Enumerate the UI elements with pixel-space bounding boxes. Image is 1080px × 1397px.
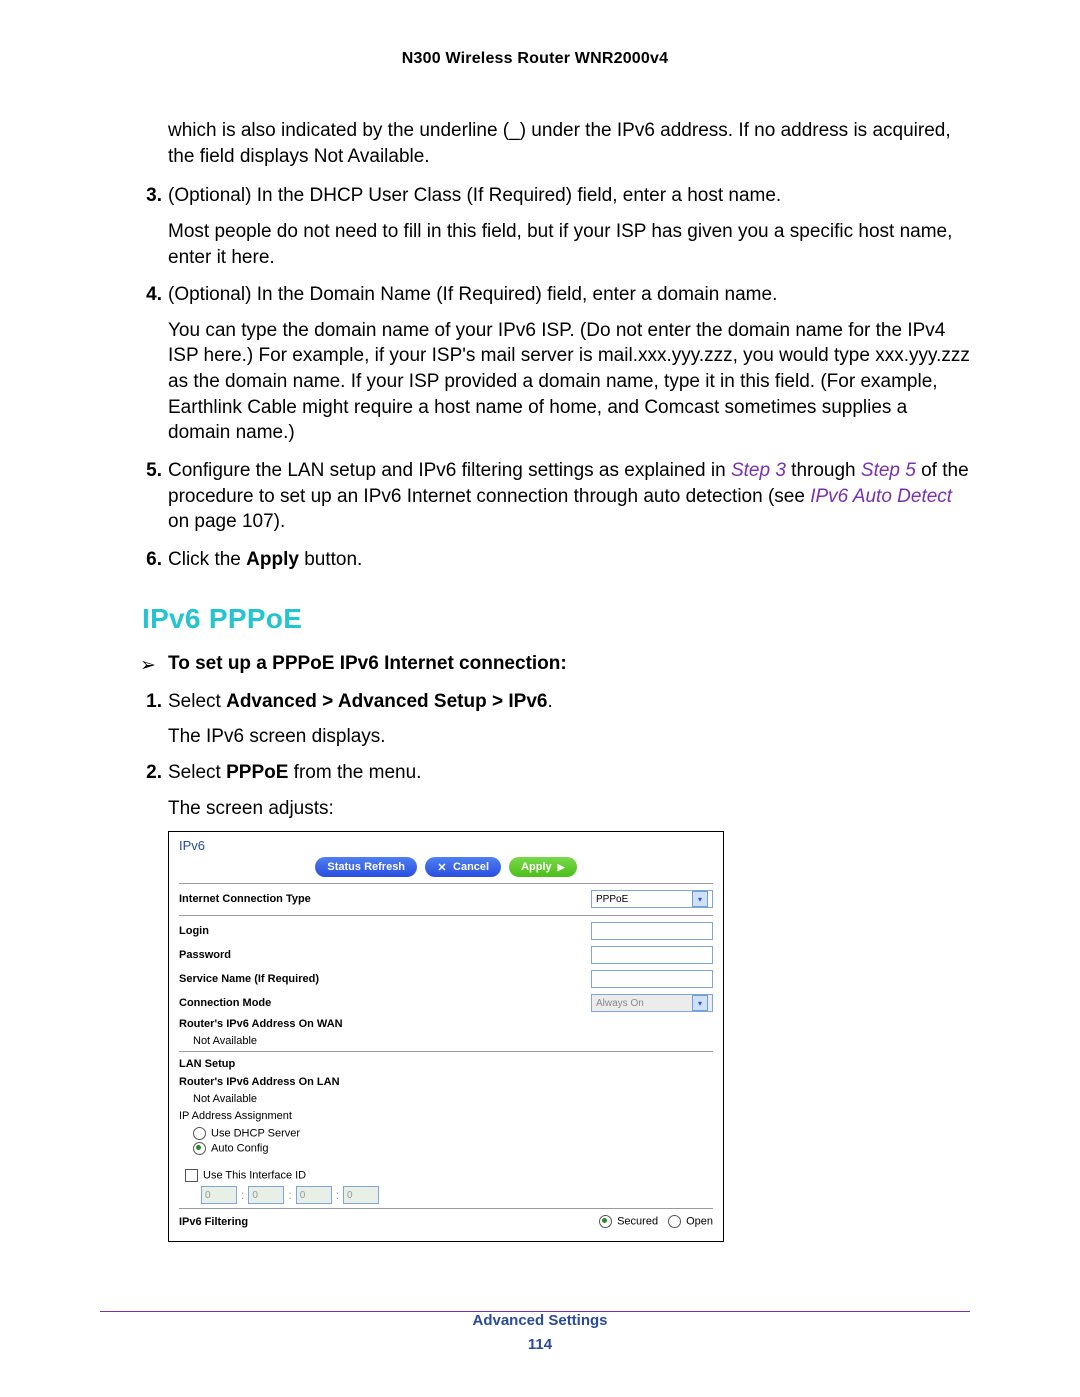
p1-post: . xyxy=(547,691,552,712)
label-connection-mode: Connection Mode xyxy=(179,997,271,1009)
label-lan-address: Router's IPv6 Address On LAN xyxy=(179,1076,340,1088)
row-ip-assignment: IP Address Assignment xyxy=(179,1107,713,1125)
p2-pre: Select xyxy=(168,762,226,783)
input-service-name[interactable] xyxy=(591,970,713,988)
cancel-button[interactable]: ✕ Cancel xyxy=(425,857,501,877)
item-6-apply: Apply xyxy=(246,549,299,570)
label-lan-setup: LAN Setup xyxy=(179,1058,235,1070)
link-step3[interactable]: Step 3 xyxy=(731,460,786,481)
label-ipv6-filtering: IPv6 Filtering xyxy=(179,1216,248,1228)
item-4-body: You can type the domain name of your IPv… xyxy=(168,318,970,446)
list-item-6: Click the Apply button. xyxy=(142,547,970,573)
p1-pre: Select xyxy=(168,691,226,712)
item-6-post: button. xyxy=(299,549,362,570)
iid-field-4[interactable]: 0 xyxy=(343,1186,379,1204)
status-refresh-button[interactable]: Status Refresh xyxy=(315,857,417,877)
p2-post: from the menu. xyxy=(288,762,421,783)
list-item-4: (Optional) In the Domain Name (If Requir… xyxy=(142,282,970,446)
item-5-pre: Configure the LAN setup and IPv6 filteri… xyxy=(168,460,731,481)
row-connection-mode: Connection Mode Always On ▾ xyxy=(179,991,713,1015)
row-connection-type: Internet Connection Type PPPoE ▾ xyxy=(179,883,713,911)
radio-auto-config[interactable]: Auto Config xyxy=(179,1142,713,1155)
item-6-pre: Click the xyxy=(168,549,246,570)
footer-section-title: Advanced Settings xyxy=(472,1312,607,1329)
p1-path: Advanced > Advanced Setup > IPv6 xyxy=(226,691,547,712)
item-5-post: on page 107). xyxy=(168,511,285,532)
radio-open[interactable]: Open xyxy=(668,1215,713,1228)
footer-page-number: 114 xyxy=(0,1333,1080,1357)
input-login[interactable] xyxy=(591,922,713,940)
row-lan-setup: LAN Setup xyxy=(179,1051,713,1073)
label-connection-type: Internet Connection Type xyxy=(179,893,311,905)
checkbox-icon xyxy=(185,1169,198,1182)
manual-page: N300 Wireless Router WNR2000v4 which is … xyxy=(0,0,1080,1397)
ipv6-filtering-options: Secured Open xyxy=(599,1215,713,1228)
procedure-list: Select Advanced > Advanced Setup > IPv6.… xyxy=(142,689,970,822)
radio-checked-icon xyxy=(599,1215,612,1228)
label-login: Login xyxy=(179,925,209,937)
row-password: Password xyxy=(179,943,713,967)
content-column: which is also indicated by the underline… xyxy=(142,118,970,1242)
chevron-down-icon: ▾ xyxy=(692,995,708,1011)
item-5-mid1: through xyxy=(786,460,861,481)
main-ordered-list: (Optional) In the DHCP User Class (If Re… xyxy=(142,183,970,572)
p1-body: The IPv6 screen displays. xyxy=(168,724,970,750)
list-item-3: (Optional) In the DHCP User Class (If Re… xyxy=(142,183,970,270)
embedded-screenshot: IPv6 Status Refresh ✕ Cancel Apply ▶ Int… xyxy=(168,831,724,1242)
list-item-5: Configure the LAN setup and IPv6 filteri… xyxy=(142,458,970,535)
screenshot-title: IPv6 xyxy=(179,838,713,853)
iid-field-1[interactable]: 0 xyxy=(201,1186,237,1204)
page-header: N300 Wireless Router WNR2000v4 xyxy=(100,50,970,68)
input-password[interactable] xyxy=(591,946,713,964)
screenshot-toolbar: Status Refresh ✕ Cancel Apply ▶ xyxy=(179,857,713,877)
radio-icon xyxy=(668,1215,681,1228)
row-service-name: Service Name (If Required) xyxy=(179,967,713,991)
row-lan-address: Router's IPv6 Address On LAN xyxy=(179,1073,713,1091)
proc-item-2: Select PPPoE from the menu. The screen a… xyxy=(142,760,970,821)
iid-field-3[interactable]: 0 xyxy=(296,1186,332,1204)
label-wan-address: Router's IPv6 Address On WAN xyxy=(179,1018,343,1030)
value-wan-address: Not Available xyxy=(179,1035,713,1047)
radio-secured[interactable]: Secured xyxy=(599,1215,658,1228)
select-connection-type[interactable]: PPPoE ▾ xyxy=(591,890,713,908)
value-lan-address: Not Available xyxy=(179,1093,713,1105)
apply-button[interactable]: Apply ▶ xyxy=(509,857,576,877)
row-wan-address: Router's IPv6 Address On WAN xyxy=(179,1015,713,1033)
link-step5[interactable]: Step 5 xyxy=(861,460,916,481)
link-ipv6-auto-detect[interactable]: IPv6 Auto Detect xyxy=(810,486,952,507)
row-login: Login xyxy=(179,915,713,943)
label-service-name: Service Name (If Required) xyxy=(179,973,319,985)
select-connection-mode[interactable]: Always On ▾ xyxy=(591,994,713,1012)
continued-paragraph: which is also indicated by the underline… xyxy=(168,118,970,169)
radio-use-dhcp[interactable]: Use DHCP Server xyxy=(179,1127,713,1140)
proc-item-1: Select Advanced > Advanced Setup > IPv6.… xyxy=(142,689,970,750)
section-heading-ipv6-pppoe: IPv6 PPPoE xyxy=(142,603,970,635)
label-password: Password xyxy=(179,949,231,961)
close-icon: ✕ xyxy=(437,861,447,874)
item-3-body: Most people do not need to fill in this … xyxy=(168,219,970,270)
item-3-lead: (Optional) In the DHCP User Class (If Re… xyxy=(168,185,781,206)
iid-field-2[interactable]: 0 xyxy=(248,1186,284,1204)
p2-body: The screen adjusts: xyxy=(168,796,970,822)
label-ip-assignment: IP Address Assignment xyxy=(179,1110,292,1122)
procedure-heading: To set up a PPPoE IPv6 Internet connecti… xyxy=(142,653,970,675)
chevron-down-icon: ▾ xyxy=(692,891,708,907)
p2-pppoe: PPPoE xyxy=(226,762,288,783)
radio-icon xyxy=(193,1127,206,1140)
radio-checked-icon xyxy=(193,1142,206,1155)
checkbox-use-interface-id[interactable]: Use This Interface ID xyxy=(179,1169,713,1182)
item-4-lead: (Optional) In the Domain Name (If Requir… xyxy=(168,284,777,305)
arrow-right-icon: ▶ xyxy=(558,862,565,873)
row-ipv6-filtering: IPv6 Filtering Secured Open xyxy=(179,1208,713,1231)
interface-id-group: 0 : 0 : 0 : 0 xyxy=(201,1186,713,1204)
page-footer: Advanced Settings 114 xyxy=(0,1309,1080,1357)
